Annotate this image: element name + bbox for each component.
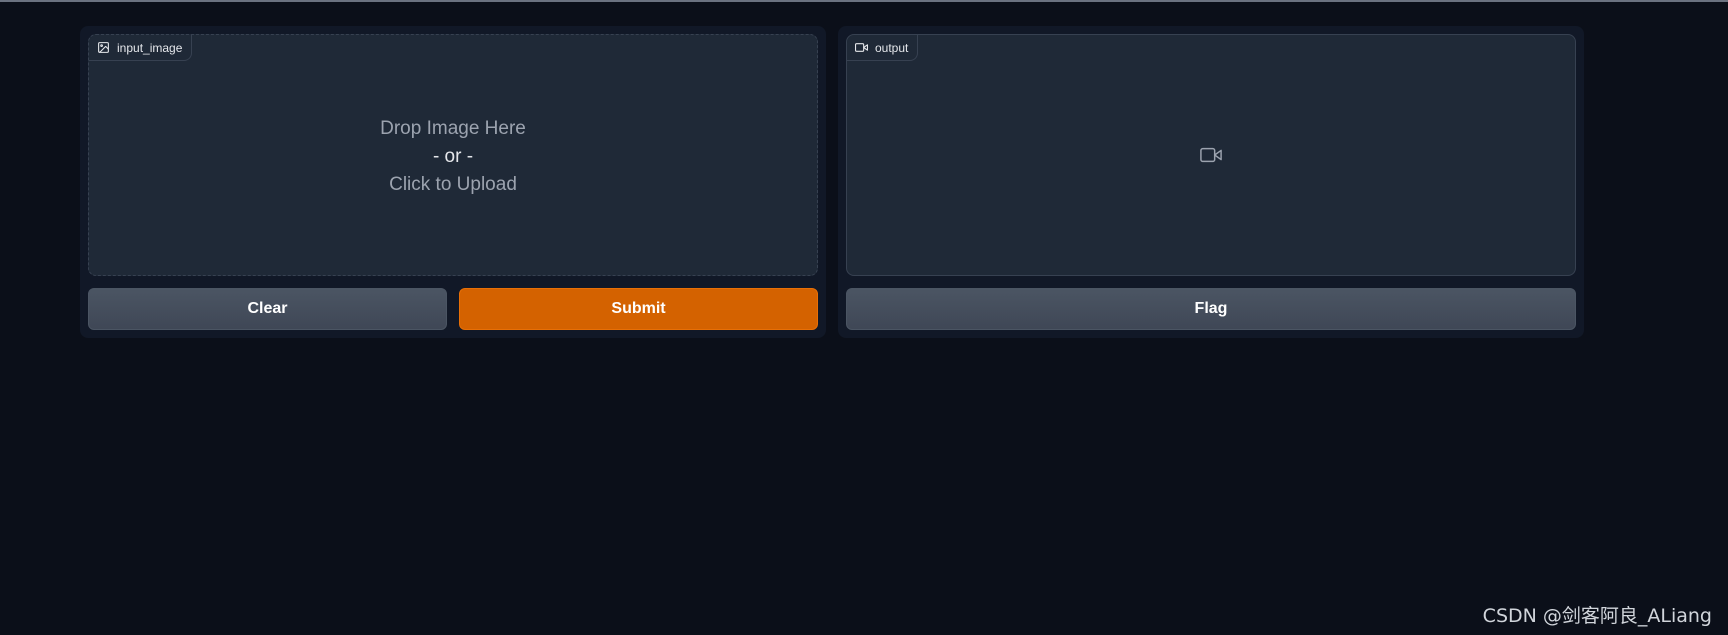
video-icon [855,43,868,52]
video-placeholder-icon [1200,147,1222,163]
image-icon [98,42,109,53]
input-panel: input_image Drop Image Here - or - Click… [80,26,826,338]
video-output-box: output [846,34,1576,276]
output-label-tag: output [847,35,919,61]
drop-line-1: Drop Image Here [380,118,526,139]
watermark-text: CSDN @剑客阿良_ALiang [1482,605,1712,627]
top-border-line [0,0,1728,2]
flag-button[interactable]: Flag [846,288,1576,330]
output-panel: output Flag [838,26,1584,338]
input-label-tag: input_image [89,35,193,61]
output-label-text: output [875,40,909,55]
input-label-text: input_image [117,40,183,55]
drop-line-2: - or - [432,146,474,167]
submit-button[interactable]: Submit [459,288,818,330]
drop-instructions: Drop Image Here - or - Click to Upload [89,115,817,199]
clear-button[interactable]: Clear [88,288,447,330]
image-upload-dropzone[interactable]: input_image Drop Image Here - or - Click… [88,34,818,276]
drop-line-3: Click to Upload [389,174,517,195]
